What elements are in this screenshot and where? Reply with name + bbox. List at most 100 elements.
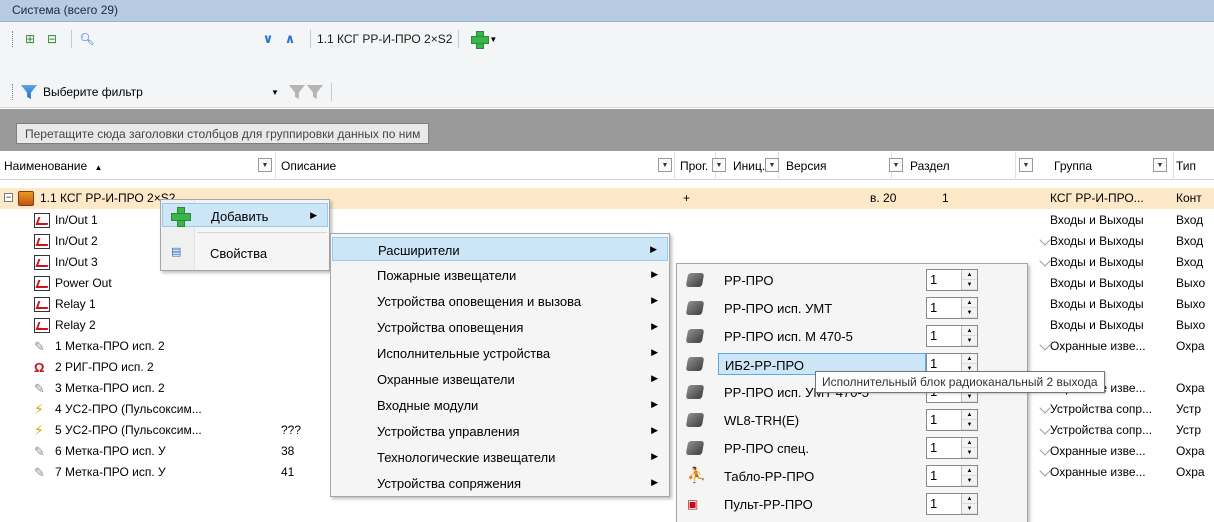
stepper-buttons[interactable]: ▲▼ bbox=[961, 410, 977, 430]
menu-item-properties[interactable]: ▤ Свойства bbox=[162, 241, 328, 265]
column-filter-icon[interactable]: ▼ bbox=[765, 158, 779, 172]
submenu-arrow-icon: ▶ bbox=[651, 451, 658, 461]
quantity-stepper[interactable]: 1 ▲▼ bbox=[926, 493, 978, 515]
quantity-stepper[interactable]: 1 ▲▼ bbox=[926, 465, 978, 487]
io-icon bbox=[34, 213, 50, 228]
row-section: 1 bbox=[942, 191, 949, 205]
menu-item-device[interactable]: РР-ПРО исп. М 470-5 1 ▲ ▼ bbox=[678, 324, 1026, 348]
expander-icon bbox=[685, 273, 705, 287]
toolbar-grip[interactable] bbox=[12, 31, 15, 47]
stepper-down-icon[interactable]: ▼ bbox=[962, 308, 977, 318]
collapse-all-icon[interactable]: ⊟ bbox=[43, 30, 61, 48]
quantity-value[interactable]: 1 bbox=[930, 356, 937, 371]
menu-item-input-modules[interactable]: Входные модули ▶ bbox=[332, 393, 668, 417]
menu-item-security-detectors[interactable]: Охранные извещатели ▶ bbox=[332, 367, 668, 391]
search-icon[interactable]: 🔍︎ bbox=[78, 30, 96, 48]
quantity-stepper[interactable]: 1 ▲▼ bbox=[926, 297, 978, 319]
expand-all-icon[interactable]: ⊞ bbox=[21, 30, 39, 48]
stepper-buttons[interactable]: ▲▼ bbox=[961, 326, 977, 346]
toolbar-grip[interactable] bbox=[12, 84, 15, 100]
collapse-icon[interactable]: − bbox=[4, 193, 13, 202]
column-header-name[interactable]: Наименование ▲ bbox=[0, 152, 276, 180]
device-icon bbox=[18, 191, 34, 206]
column-header-section-label: Раздел bbox=[910, 159, 950, 173]
stepper-buttons[interactable]: ▲▼ bbox=[961, 298, 977, 318]
menu-item-tech-detectors[interactable]: Технологические извещатели ▶ bbox=[332, 445, 668, 469]
column-header-description[interactable]: Описание bbox=[277, 152, 675, 180]
apply-filter-icon[interactable] bbox=[288, 85, 305, 99]
stepper-up-icon[interactable]: ▲ bbox=[962, 270, 977, 280]
quantity-value[interactable]: 1 bbox=[930, 328, 937, 343]
check-icon bbox=[1039, 255, 1051, 267]
column-header-version[interactable]: Версия bbox=[782, 152, 892, 180]
column-filter-icon[interactable]: ▼ bbox=[889, 158, 903, 172]
stepper-up-icon[interactable]: ▲ bbox=[962, 438, 977, 448]
menu-item-device[interactable]: РР-ПРО исп. УМТ 1 ▲ ▼ bbox=[678, 296, 1026, 320]
column-filter-icon[interactable]: ▼ bbox=[658, 158, 672, 172]
stepper-buttons[interactable]: ▲▼ bbox=[961, 466, 977, 486]
column-header-section[interactable]: Раздел bbox=[906, 152, 1016, 180]
stepper-down-icon[interactable]: ▼ bbox=[962, 448, 977, 458]
quantity-stepper[interactable]: 1 ▲▼ bbox=[926, 325, 978, 347]
menu-divider bbox=[197, 232, 327, 233]
chevron-down-icon[interactable]: ∨ bbox=[260, 31, 276, 47]
stepper-down-icon[interactable]: ▼ bbox=[962, 280, 977, 290]
row-type: Вход bbox=[1176, 213, 1204, 227]
stepper-down-icon[interactable]: ▼ bbox=[962, 420, 977, 430]
quantity-value[interactable]: 1 bbox=[930, 496, 937, 511]
menu-item-device[interactable]: WL8-TRH(E) 1 ▲ ▼ bbox=[678, 408, 1026, 432]
stepper-down-icon[interactable]: ▼ bbox=[962, 336, 977, 346]
column-filter-icon[interactable]: ▼ bbox=[1019, 158, 1033, 172]
filter-select[interactable]: Выберите фильтр bbox=[43, 85, 271, 99]
stepper-down-icon[interactable]: ▼ bbox=[962, 476, 977, 486]
filter-row: Выберите фильтр ▼ bbox=[12, 80, 338, 104]
stepper-down-icon[interactable]: ▼ bbox=[962, 504, 977, 514]
menu-item-add[interactable]: Добавить ▶ bbox=[162, 203, 328, 227]
menu-item-label: Исполнительные устройства bbox=[377, 346, 551, 361]
menu-item-device[interactable]: ⛹ Табло-РР-ПРО 1 ▲ ▼ bbox=[678, 464, 1026, 488]
chevron-down-icon[interactable]: ▼ bbox=[271, 88, 279, 97]
quantity-value[interactable]: 1 bbox=[930, 272, 937, 287]
stepper-up-icon[interactable]: ▲ bbox=[962, 298, 977, 308]
menu-item-interface-devices[interactable]: Устройства сопряжения ▶ bbox=[332, 471, 668, 495]
menu-item-control-devices[interactable]: Устройства управления ▶ bbox=[332, 419, 668, 443]
quantity-value[interactable]: 1 bbox=[930, 468, 937, 483]
menu-item-expanders[interactable]: Расширители ▶ bbox=[332, 237, 668, 261]
quantity-value[interactable]: 1 bbox=[930, 440, 937, 455]
column-filter-icon[interactable]: ▼ bbox=[712, 158, 726, 172]
row-type: Выхо bbox=[1176, 318, 1206, 332]
stepper-buttons[interactable]: ▲▼ bbox=[961, 270, 977, 290]
stepper-up-icon[interactable]: ▲ bbox=[962, 494, 977, 504]
quantity-value[interactable]: 1 bbox=[930, 412, 937, 427]
group-by-hint[interactable]: Перетащите сюда заголовки столбцов для г… bbox=[16, 123, 430, 144]
menu-item-actuators[interactable]: Исполнительные устройства ▶ bbox=[332, 341, 668, 365]
clear-filter-icon[interactable] bbox=[306, 85, 323, 99]
column-header-prog[interactable]: Прог. bbox=[676, 152, 716, 180]
menu-item-device[interactable]: РР-ПРО спец. 1 ▲ ▼ bbox=[678, 436, 1026, 460]
column-filter-icon[interactable]: ▼ bbox=[1153, 158, 1167, 172]
menu-item-device[interactable]: РР-ПРО 1 ▲ ▼ bbox=[678, 268, 1026, 292]
column-header-type[interactable]: Тип bbox=[1172, 152, 1214, 180]
stepper-up-icon[interactable]: ▲ bbox=[962, 466, 977, 476]
menu-item-alert-call-devices[interactable]: Устройства оповещения и вызова ▶ bbox=[332, 289, 668, 313]
quantity-stepper[interactable]: 1 ▲▼ bbox=[926, 409, 978, 431]
device-label-box: РР-ПРО исп. М 470-5 bbox=[718, 325, 926, 347]
column-filter-icon[interactable]: ▼ bbox=[258, 158, 272, 172]
chevron-up-icon[interactable]: ∧ bbox=[282, 31, 298, 47]
menu-item-device[interactable]: ▣ Пульт-РР-ПРО 1 ▲ ▼ bbox=[678, 492, 1026, 516]
stepper-up-icon[interactable]: ▲ bbox=[962, 410, 977, 420]
stepper-buttons[interactable]: ▲▼ bbox=[961, 494, 977, 514]
stepper-down-icon[interactable]: ▼ bbox=[962, 392, 977, 402]
row-group: Устройства сопр... bbox=[1050, 402, 1153, 416]
stepper-up-icon[interactable]: ▲ bbox=[962, 326, 977, 336]
menu-item-label: Охранные извещатели bbox=[377, 372, 515, 387]
menu-item-fire-detectors[interactable]: Пожарные извещатели ▶ bbox=[332, 263, 668, 287]
quantity-value[interactable]: 1 bbox=[930, 300, 937, 315]
quantity-stepper[interactable]: 1 ▲▼ bbox=[926, 437, 978, 459]
menu-item-alert-devices[interactable]: Устройства оповещения ▶ bbox=[332, 315, 668, 339]
add-device-button[interactable]: ▼ bbox=[471, 31, 497, 49]
quantity-stepper[interactable]: 1 ▲▼ bbox=[926, 269, 978, 291]
stepper-buttons[interactable]: ▲▼ bbox=[961, 438, 977, 458]
menu-item-label: Устройства сопряжения bbox=[377, 476, 522, 491]
stepper-up-icon[interactable]: ▲ bbox=[962, 354, 977, 364]
